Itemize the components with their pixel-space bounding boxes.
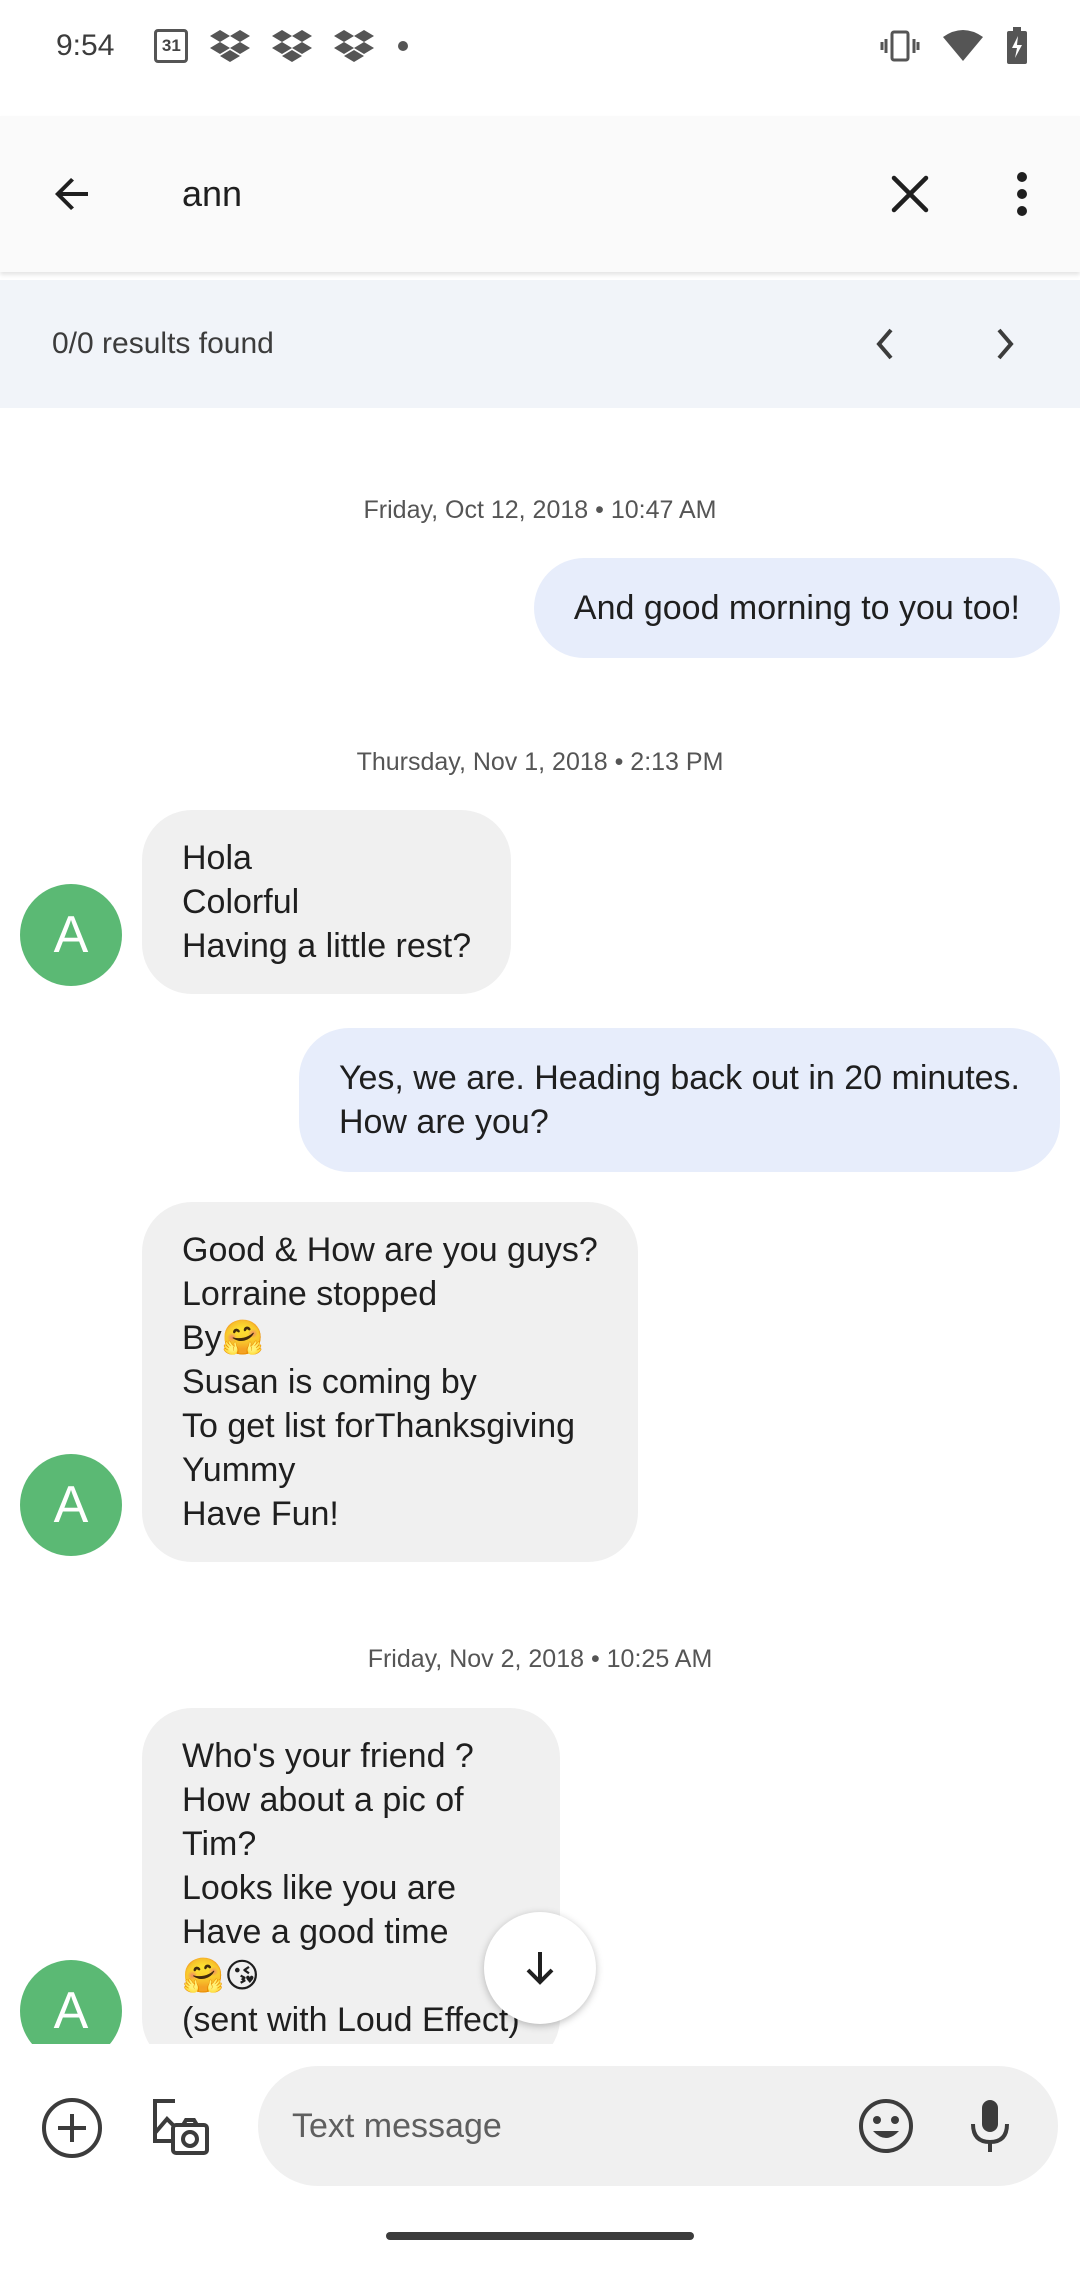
- microphone-icon: [971, 2100, 1009, 2152]
- dropbox-icon: [210, 30, 251, 62]
- arrow-down-icon: [526, 1952, 554, 1985]
- timestamp: Thursday, Nov 1, 2018 • 2:13 PM: [356, 748, 724, 776]
- results-navigation: [836, 296, 1054, 392]
- text-message-field[interactable]: [258, 2066, 1058, 2186]
- avatar[interactable]: A: [20, 1960, 122, 2044]
- incoming-message[interactable]: Hola Colorful Having a little rest?: [142, 810, 512, 994]
- arrow-back-icon: [55, 178, 88, 210]
- notification-icons: 31: [154, 28, 410, 64]
- outgoing-message[interactable]: Yes, we are. Heading back out in 20 minu…: [298, 1028, 1060, 1172]
- status-time: 9:54: [56, 29, 115, 62]
- emoji-icon: [859, 2099, 913, 2153]
- battery-icon: [1007, 27, 1027, 64]
- dropbox-icon: [334, 30, 375, 62]
- chevron-left-icon: [876, 328, 893, 360]
- chevron-right-icon: [997, 328, 1014, 360]
- incoming-message[interactable]: Good & How are you guys? Lorraine stoppe…: [142, 1202, 638, 1562]
- gallery-camera-button[interactable]: [148, 2096, 212, 2160]
- back-button[interactable]: [24, 146, 120, 242]
- status-bar: 9:54 31: [0, 0, 1080, 92]
- avatar[interactable]: A: [20, 1454, 122, 1556]
- compose-bar: [0, 2044, 1080, 2214]
- message-input[interactable]: [292, 2106, 812, 2146]
- more-vert-icon: [1017, 172, 1027, 216]
- outgoing-message[interactable]: And good morning to you too!: [533, 558, 1060, 658]
- results-count: 0/0 results found: [52, 327, 274, 360]
- timestamp: Friday, Oct 12, 2018 • 10:47 AM: [363, 496, 717, 524]
- search-input[interactable]: [182, 173, 802, 215]
- calendar-icon: 31: [154, 29, 189, 63]
- add-attachment-button[interactable]: [40, 2096, 104, 2160]
- search-bar: [0, 116, 1080, 272]
- next-result-button[interactable]: [958, 296, 1054, 392]
- dropbox-icon: [272, 30, 313, 62]
- close-icon: [891, 175, 929, 213]
- status-right: [880, 27, 1028, 65]
- gesture-nav-handle[interactable]: [386, 2232, 694, 2240]
- more-options-button[interactable]: [974, 146, 1070, 242]
- avatar[interactable]: A: [20, 884, 122, 986]
- add-circle-icon: [42, 2098, 102, 2158]
- search-results-bar: 0/0 results found: [0, 280, 1080, 408]
- message-list[interactable]: Friday, Oct 12, 2018 • 10:47 AM And good…: [0, 408, 1080, 2044]
- gallery-camera-icon: [153, 2099, 209, 2155]
- previous-result-button[interactable]: [836, 296, 932, 392]
- status-left: 9:54 31: [56, 28, 410, 64]
- timestamp: Friday, Nov 2, 2018 • 10:25 AM: [367, 1645, 713, 1673]
- voice-input-button[interactable]: [958, 2094, 1022, 2158]
- emoji-button[interactable]: [854, 2094, 918, 2158]
- wifi-icon: [943, 30, 983, 61]
- clear-search-button[interactable]: [862, 146, 958, 242]
- dot-icon: [398, 41, 409, 51]
- scroll-to-bottom-button[interactable]: [484, 1912, 596, 2024]
- vibrate-icon: [880, 30, 920, 62]
